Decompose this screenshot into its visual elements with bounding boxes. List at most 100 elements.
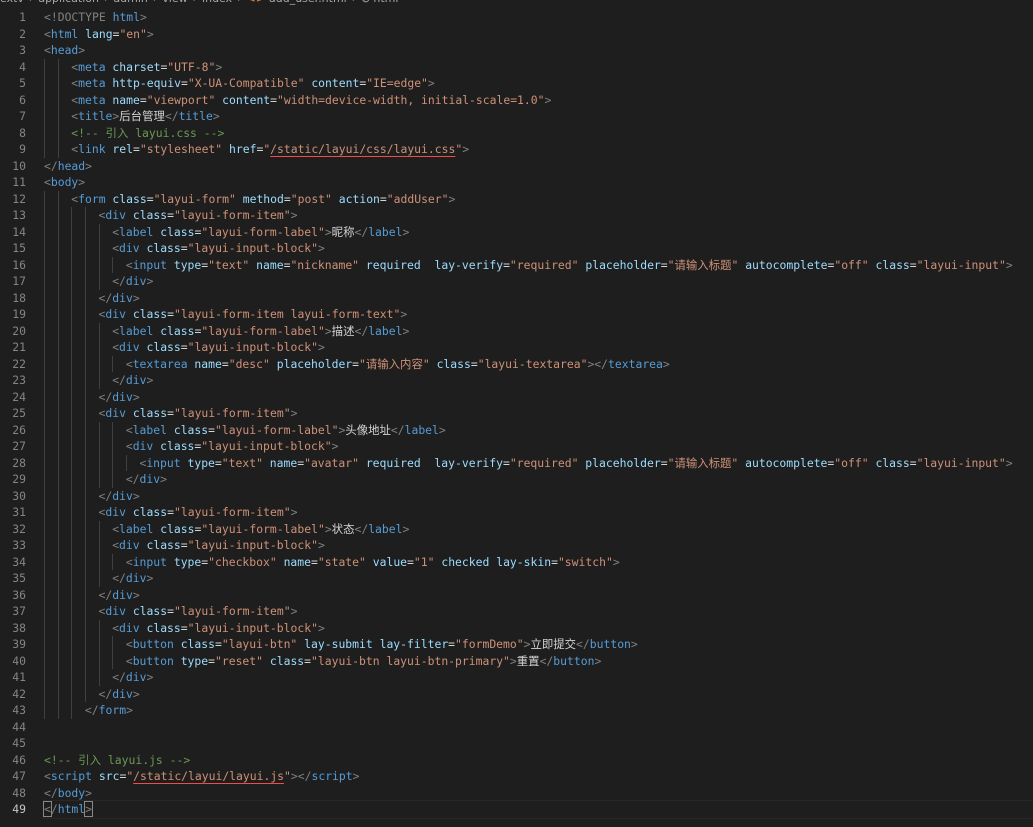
code-line[interactable]: <div class="layui-input-block"> [44,240,1033,257]
code-token: </ [164,109,179,123]
code-line[interactable]: <head> [44,42,1033,59]
code-line[interactable]: <div class="layui-form-item"> [44,603,1033,620]
code-line[interactable]: <div class="layui-input-block"> [44,537,1033,554]
code-token: > [1005,455,1013,470]
breadcrumb-item[interactable]: extv [0,0,24,5]
code-line[interactable]: <meta name="viewport" content="width=dev… [44,91,1033,108]
code-line[interactable]: <title>后台管理</title> [44,108,1033,125]
line-number: 37 [12,604,26,618]
code-line[interactable]: </div> [44,388,1033,405]
code-token: rel [112,142,133,156]
code-line[interactable]: <script src="/static/layui/layui.js"></s… [44,768,1033,785]
breadcrumb-item[interactable]: html [373,0,398,5]
code-line-content: </div> [44,291,140,305]
code-line[interactable]: <label class="layui-form-label">状态</labe… [44,520,1033,537]
code-token: "viewport" [146,92,216,107]
code-token: = [304,653,312,668]
code-line[interactable]: <div class="layui-form-item"> [44,207,1033,224]
code-line[interactable]: <!-- 引入 layui.js --> [44,752,1033,769]
code-token: body [57,785,86,800]
code-line[interactable]: <button type="reset" class="layui-btn la… [44,652,1033,669]
code-line[interactable]: </html> [43,800,1033,819]
code-token: head [57,158,86,173]
code-line[interactable]: <button class="layui-btn" lay-submit lay… [44,636,1033,653]
code-line[interactable]: <meta charset="UTF-8"> [44,58,1033,75]
code-line[interactable]: <label class="layui-form-label">昵称</labe… [44,223,1033,240]
code-line[interactable]: </div> [44,372,1033,389]
breadcrumb-item[interactable]: view [162,0,187,5]
code-line[interactable]: </div> [44,586,1033,603]
code-token: = [139,92,147,107]
code-token: textarea [132,356,188,371]
code-line[interactable]: <label class="layui-form-label">描述</labe… [44,322,1033,339]
code-token: > [126,703,133,717]
code-line[interactable]: <form class="layui-form" method="post" a… [44,190,1033,207]
code-line[interactable]: </body> [44,785,1033,802]
code-line[interactable]: <input type="text" name="avatar" require… [44,454,1033,471]
code-token: class [875,455,910,470]
code-line[interactable]: <body> [44,174,1033,191]
code-line[interactable] [44,735,1033,752]
code-editor[interactable]: extv›application›admin›view›index›<>add_… [0,0,1033,827]
code-line[interactable]: <!DOCTYPE html> [44,9,1033,26]
code-line[interactable]: <div class="layui-input-block"> [44,438,1033,455]
code-token: label [368,521,403,536]
code-line[interactable]: <input type = "text" name = "nickname" requi… [44,256,1033,273]
code-token: < [44,10,51,24]
code-line[interactable]: </form> [44,702,1033,719]
breadcrumb-item[interactable]: admin [113,0,147,5]
code-token: = [270,92,278,107]
code-token: > [78,175,86,189]
code-line[interactable]: <textarea name="desc" placeholder="请输入内容… [44,355,1033,372]
code-line[interactable]: <div class="layui-input-block"> [44,619,1033,636]
breadcrumb-item[interactable]: add_user.html [269,0,347,5]
code-token: "X-UA-Compatible" [187,76,305,90]
breadcrumb-item[interactable]: application [38,0,99,5]
code-token: body [50,175,79,189]
line-number: 6 [19,92,26,107]
breadcrumb[interactable]: extv›application›admin›view›index›<>add_… [0,0,1033,7]
code-line[interactable]: <meta http-equiv="X-UA-Compatible" conte… [44,75,1033,92]
code-line[interactable]: </div> [44,487,1033,504]
code-token: > [132,290,140,305]
code-token: > [146,274,154,288]
line-number: 48 [12,785,26,800]
code-line[interactable]: </div> [44,273,1033,290]
line-number: 7 [19,109,26,123]
code-line[interactable]: <!-- 引入 layui.css --> [44,124,1033,141]
line-number: 34 [12,554,26,569]
code-line[interactable]: </div> [44,570,1033,587]
code-token: div [125,373,147,387]
code-line-content: </head> [44,159,92,173]
code-line[interactable]: <link rel="stylesheet" href="/static/lay… [44,141,1033,158]
code-area[interactable]: <!DOCTYPE html> <html lang="en"> <head> <me… [43,9,1033,819]
code-line[interactable]: <div class="layui-form-item"> [44,504,1033,521]
breadcrumb-item[interactable]: index [202,0,232,5]
code-line[interactable]: </div> [44,685,1033,702]
code-line[interactable]: </head> [44,158,1033,175]
code-token: class [160,224,195,239]
code-line[interactable]: </div> [44,289,1033,306]
code-line[interactable]: <div class="layui-form-item"> [44,405,1033,422]
code-token: required [365,257,421,272]
code-token: </ [112,670,126,684]
code-line-content: </div> [44,489,140,503]
code-line[interactable]: <div class="layui-input-block"> [44,339,1033,356]
line-number: 10 [12,158,26,173]
code-line[interactable]: </div> [44,471,1033,488]
code-line[interactable]: </div> [44,669,1033,686]
code-token: script [311,769,353,783]
code-line[interactable]: <html lang="en"> [44,26,1033,43]
code-line[interactable]: <label class="layui-form-label">头像地址</la… [44,421,1033,438]
code-line[interactable] [44,719,1033,736]
code-token: > [544,92,552,107]
code-line-content: <title>后台管理</title> [44,109,219,123]
code-token: "IE=edge" [366,76,428,90]
code-line[interactable]: <input type="checkbox" name="state" valu… [44,553,1033,570]
code-line[interactable]: <div class="layui-form-item layui-form-t… [44,306,1033,323]
code-token: "formDemo" [455,637,524,651]
